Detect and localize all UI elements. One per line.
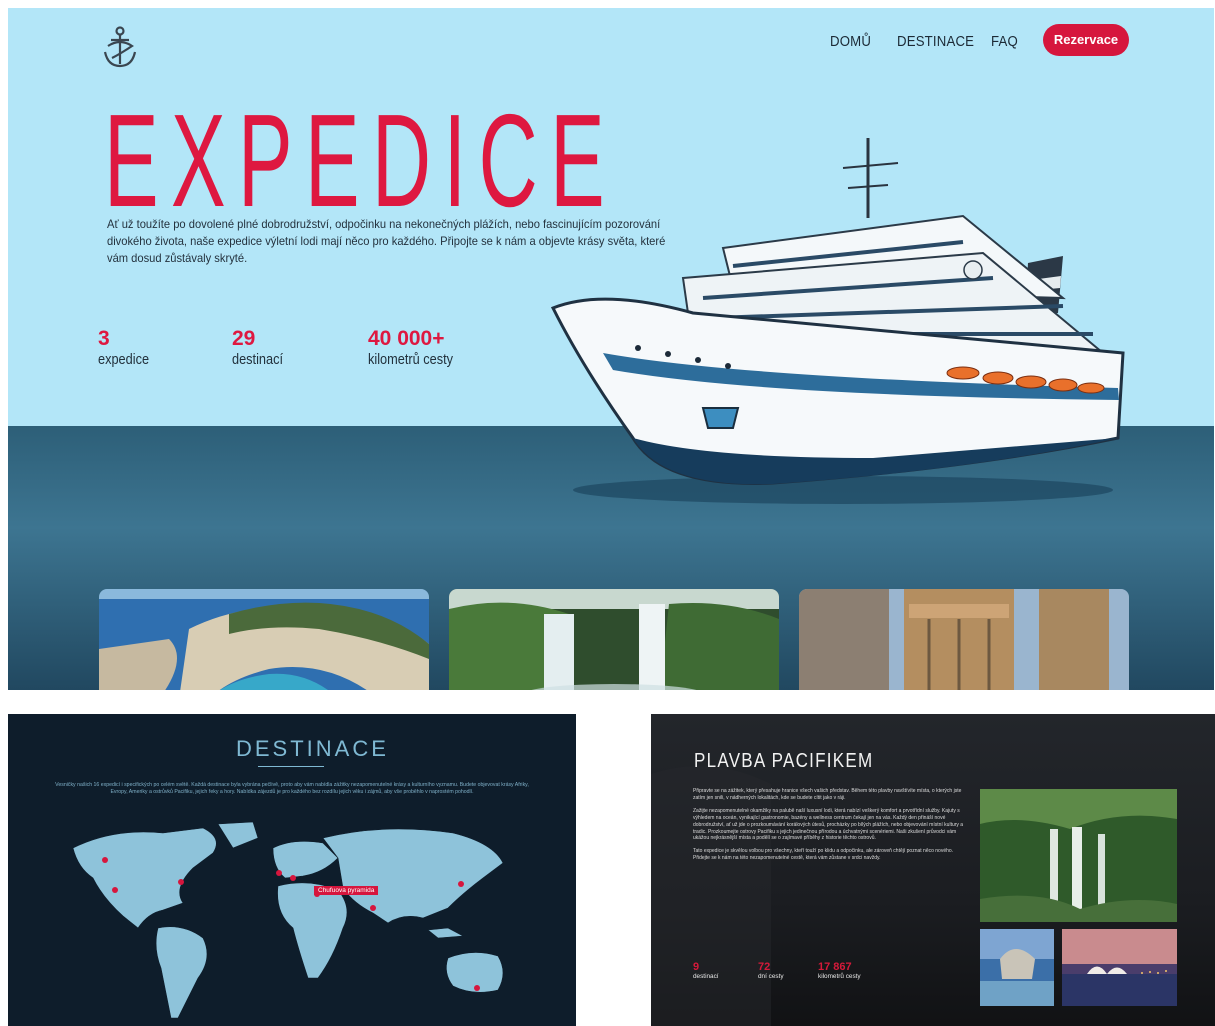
paragraph: Zažijte nezapomenutelné okamžiky na palu… [693,807,964,842]
hero-section: DOMŮ DESTINACE FAQ Rezervace EXPEDICE Ať… [8,8,1214,690]
stat-expedice: 3 expedice [98,327,158,368]
world-map [72,821,504,1019]
beach-cliff-photo [99,589,429,690]
destination-card-beach[interactable] [99,589,429,690]
destination-card-temple[interactable] [799,589,1129,690]
stat-label: kilometrů cesty [818,973,861,980]
stat-label: destinací [693,973,719,980]
section-title: PLAVBA PACIFIKEM [694,750,874,772]
stat-kilometry: 17 867 kilometrů cesty [818,961,861,980]
nav-link-destinace[interactable]: DESTINACE [897,33,974,50]
pacific-cruise-section: PLAVBA PACIFIKEM Připravte se na zážitek… [651,714,1215,1026]
nav-link-faq[interactable]: FAQ [991,33,1018,50]
stat-value: 17 867 [818,961,852,973]
stat-destinace: 29 destinací [232,327,292,368]
section-title: DESTINACE [236,736,389,761]
paragraph: Tato expedice je skvělou volbou pro všec… [693,848,954,862]
waterfall-photo [449,589,779,690]
coastal-rock-photo[interactable] [980,929,1054,1006]
destinations-intro: Vesničky našich 16 expedicí i specifický… [55,782,529,796]
sydney-harbour-photo[interactable] [1062,929,1177,1006]
stat-value: 29 [232,327,256,350]
destination-card-waterfall[interactable] [449,589,779,690]
stat-label: kilometrů cesty [368,351,454,368]
stat-label: expedice [98,351,150,368]
map-tooltip: Chufuova pyramida [314,886,379,895]
pacific-description: Připravte se na zážitek, který přesahuje… [693,788,965,862]
stat-destinace: 9 destinací [693,961,719,980]
stat-value: 40 000+ [368,327,445,350]
stat-value: 3 [98,327,110,350]
stat-label: dní cesty [758,973,784,980]
destinations-section: DESTINACE Vesničky našich 16 expedicí i … [8,714,576,1026]
jungle-waterfall-photo[interactable] [980,789,1177,922]
stat-label: destinací [232,351,284,368]
hero-title: EXPEDICE [104,87,618,234]
stat-value: 72 [758,961,771,973]
paragraph: Připravte se na zážitek, který přesahuje… [693,788,962,801]
nav-link-domu[interactable]: DOMŮ [830,33,871,50]
reservation-button[interactable]: Rezervace [1043,24,1129,56]
anchor-icon[interactable] [100,24,140,70]
stat-kilometry: 40 000+ kilometrů cesty [368,327,468,368]
title-underline [258,766,324,767]
temple-columns-photo [799,589,1129,690]
stat-dni: 72 dní cesty [758,961,784,980]
cruise-ship-illustration [550,138,1125,504]
stat-value: 9 [693,961,700,973]
